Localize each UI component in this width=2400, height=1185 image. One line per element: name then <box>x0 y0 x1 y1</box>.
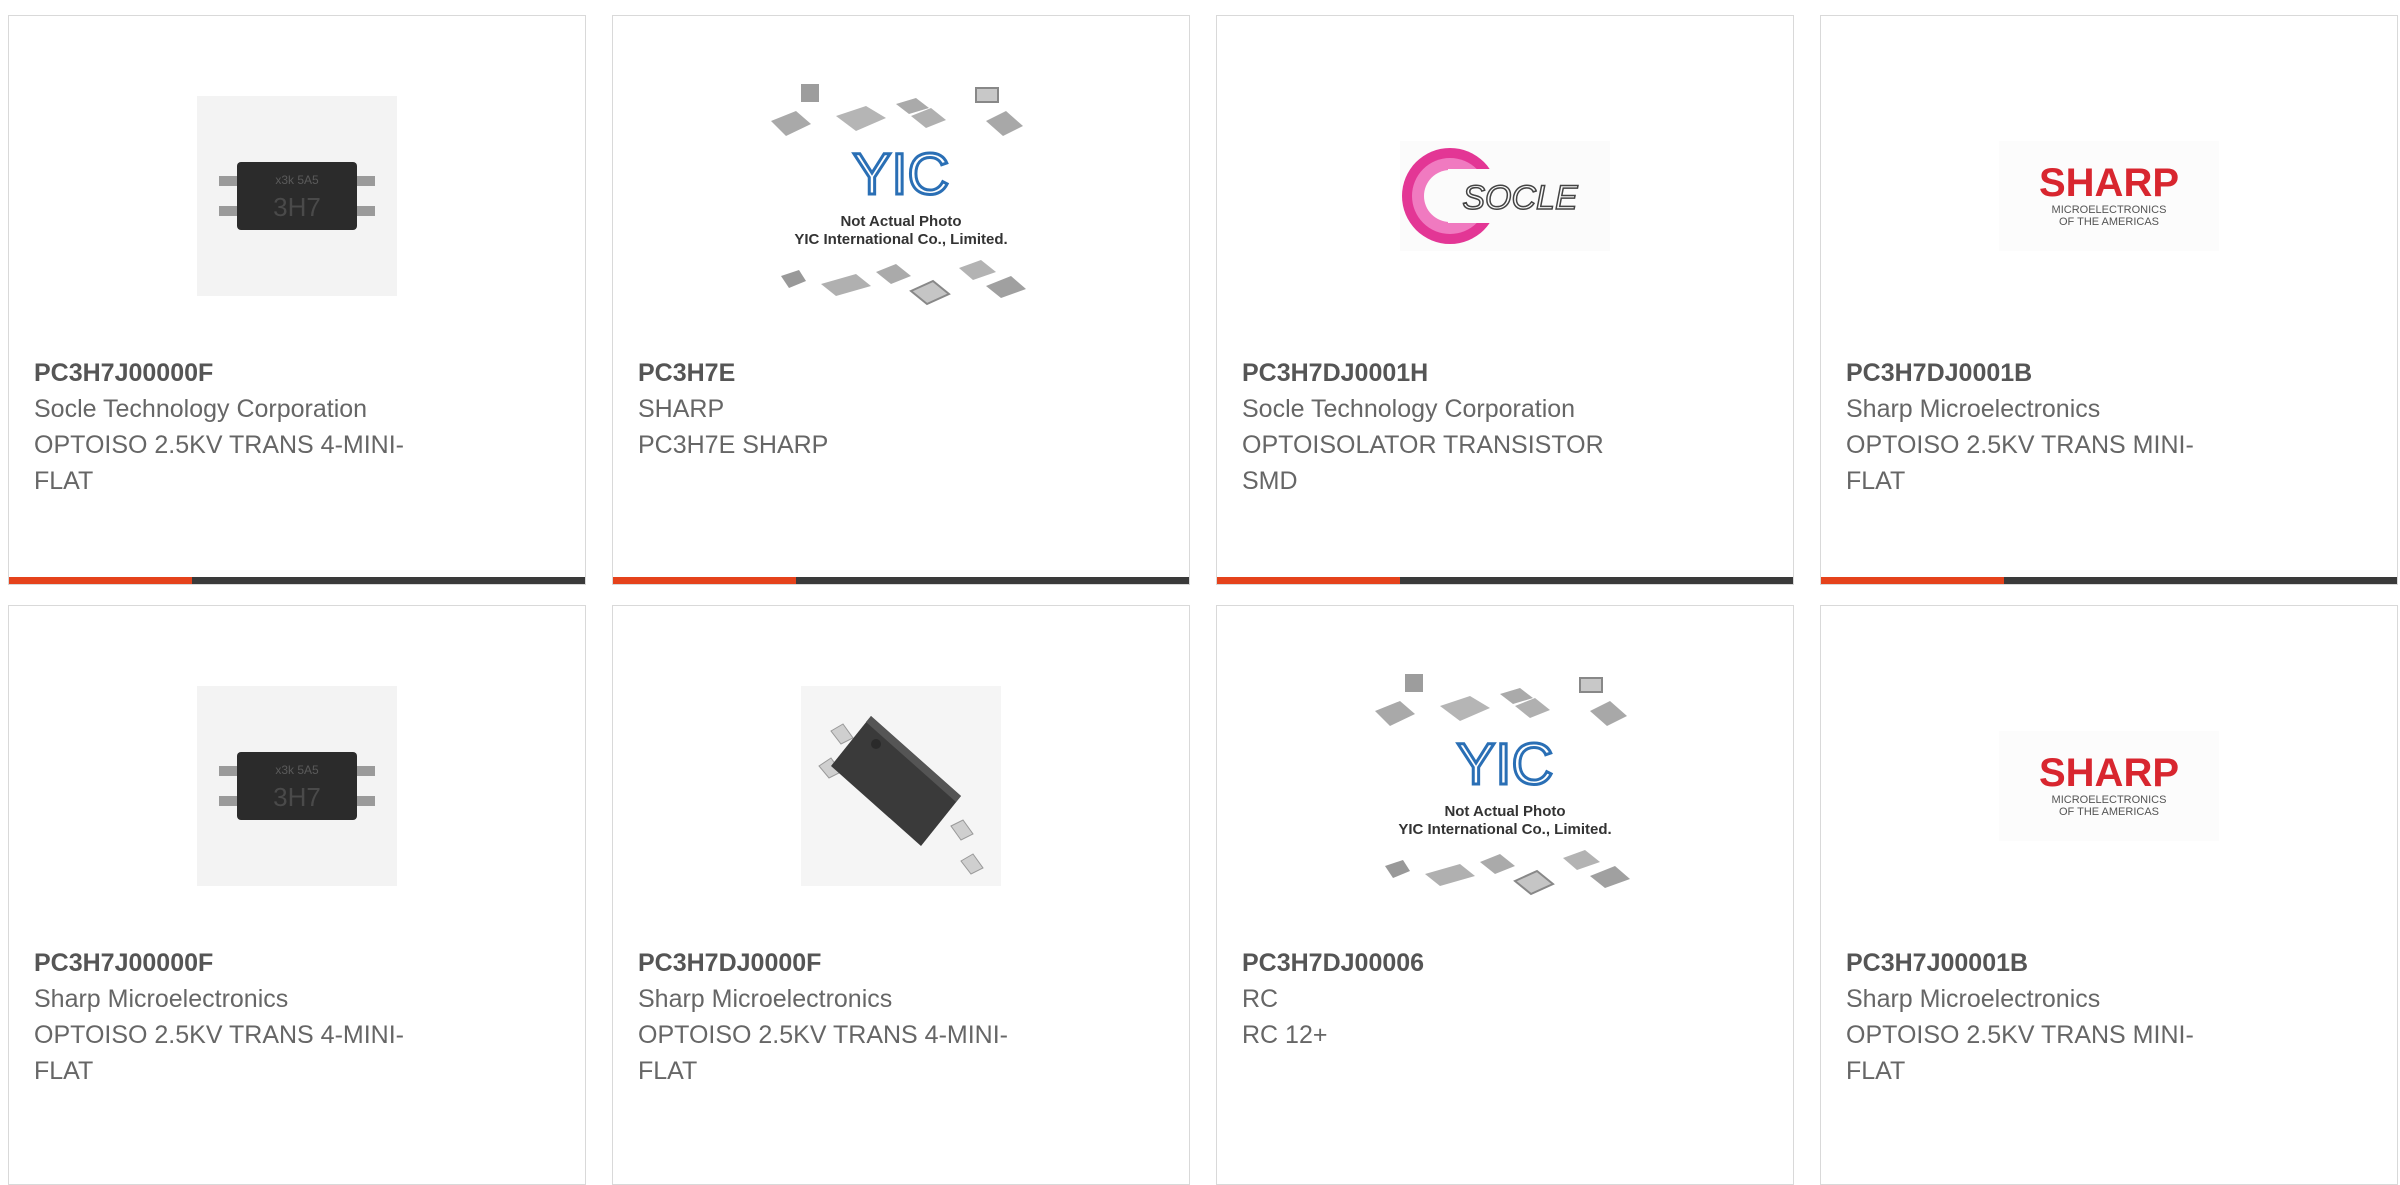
product-info: PC3H7DJ00006 RC RC 12+ <box>1242 945 1682 1053</box>
part-number[interactable]: PC3H7J00001B <box>1846 945 2286 981</box>
yic-logo-letters: YIC <box>1457 732 1554 797</box>
product-info: PC3H7DJ0001H Socle Technology Corporatio… <box>1242 355 1682 499</box>
chip-angled-photo[interactable] <box>613 666 1189 906</box>
description-line: FLAT <box>1846 1057 1906 1085</box>
product-info: PC3H7J00001B Sharp Microelectronics OPTO… <box>1846 945 2286 1089</box>
description-line: FLAT <box>34 467 94 495</box>
product-info: PC3H7DJ0000F Sharp Microelectronics OPTO… <box>638 945 1078 1089</box>
yic-placeholder-image[interactable]: YIC Not Actual Photo YIC International C… <box>613 76 1189 316</box>
product-info: PC3H7J00000F Socle Technology Corporatio… <box>34 355 474 499</box>
product-info: PC3H7E SHARP PC3H7E SHARP <box>638 355 1078 463</box>
manufacturer: RC <box>1242 985 1279 1013</box>
manufacturer: Socle Technology Corporation <box>1242 395 1576 423</box>
svg-text:x3k 5A5: x3k 5A5 <box>275 173 319 187</box>
description-line: OPTOISO 2.5KV TRANS MINI- <box>1846 1021 2194 1049</box>
sharp-logo[interactable]: SHARP MICROELECTRONICS OF THE AMERICAS <box>1821 76 2397 316</box>
card-progress-bar <box>9 577 585 584</box>
svg-text:3H7: 3H7 <box>273 192 321 222</box>
sharp-logo-line1: MICROELECTRONICS <box>2052 204 2167 216</box>
sharp-logo-name: SHARP <box>2039 161 2179 205</box>
manufacturer: Sharp Microelectronics <box>638 985 893 1013</box>
product-card[interactable]: SOCLE PC3H7DJ0001H Socle Technology Corp… <box>1216 15 1794 585</box>
sharp-logo-line2: OF THE AMERICAS <box>2059 806 2159 818</box>
part-number[interactable]: PC3H7DJ00006 <box>1242 945 1682 981</box>
sharp-logo-line1: MICROELECTRONICS <box>2052 794 2167 806</box>
manufacturer: Sharp Microelectronics <box>34 985 289 1013</box>
product-grid: x3k 5A5 3H7 PC3H7J00000F Socle Technolog… <box>0 0 2400 1185</box>
description-line: FLAT <box>638 1057 698 1085</box>
product-card[interactable]: x3k 5A5 3H7 PC3H7J00000F Sharp Microelec… <box>8 605 586 1185</box>
description-line: OPTOISOLATOR TRANSISTOR <box>1242 431 1604 459</box>
description-line: OPTOISO 2.5KV TRANS 4-MINI- <box>34 431 404 459</box>
sharp-logo-line2: OF THE AMERICAS <box>2059 216 2159 228</box>
part-number[interactable]: PC3H7DJ0001B <box>1846 355 2286 391</box>
part-number[interactable]: PC3H7J00000F <box>34 355 474 391</box>
product-card[interactable]: SHARP MICROELECTRONICS OF THE AMERICAS P… <box>1820 15 2398 585</box>
chip-smd-photo[interactable]: x3k 5A5 3H7 <box>9 666 585 906</box>
card-progress-bar <box>1821 577 2397 584</box>
accent-segment <box>613 577 796 584</box>
yic-logo-letters: YIC <box>853 142 950 207</box>
description-line: RC 12+ <box>1242 1021 1328 1049</box>
product-card[interactable]: YIC Not Actual Photo YIC International C… <box>1216 605 1794 1185</box>
description-line: OPTOISO 2.5KV TRANS 4-MINI- <box>34 1021 404 1049</box>
manufacturer: Socle Technology Corporation <box>34 395 368 423</box>
chip-smd-photo[interactable]: x3k 5A5 3H7 <box>9 76 585 316</box>
accent-segment <box>9 577 192 584</box>
manufacturer: Sharp Microelectronics <box>1846 985 2101 1013</box>
yic-caption-line1: Not Actual Photo <box>1444 803 1565 820</box>
yic-caption-line2: YIC International Co., Limited. <box>1398 821 1611 838</box>
description-line: FLAT <box>34 1057 94 1085</box>
description-line: SMD <box>1242 467 1298 495</box>
yic-caption-line2: YIC International Co., Limited. <box>794 231 1007 248</box>
product-info: PC3H7J00000F Sharp Microelectronics OPTO… <box>34 945 474 1089</box>
sharp-logo[interactable]: SHARP MICROELECTRONICS OF THE AMERICAS <box>1821 666 2397 906</box>
socle-logo-text: SOCLE <box>1462 179 1578 217</box>
accent-segment <box>1217 577 1400 584</box>
manufacturer: Sharp Microelectronics <box>1846 395 2101 423</box>
yic-caption-line1: Not Actual Photo <box>840 213 961 230</box>
svg-text:3H7: 3H7 <box>273 782 321 812</box>
part-number[interactable]: PC3H7DJ0001H <box>1242 355 1682 391</box>
sharp-logo-name: SHARP <box>2039 751 2179 795</box>
product-info: PC3H7DJ0001B Sharp Microelectronics OPTO… <box>1846 355 2286 499</box>
description-line: OPTOISO 2.5KV TRANS MINI- <box>1846 431 2194 459</box>
part-number[interactable]: PC3H7DJ0000F <box>638 945 1078 981</box>
product-card[interactable]: x3k 5A5 3H7 PC3H7J00000F Socle Technolog… <box>8 15 586 585</box>
description-line: PC3H7E SHARP <box>638 431 829 459</box>
product-card[interactable]: PC3H7DJ0000F Sharp Microelectronics OPTO… <box>612 605 1190 1185</box>
yic-placeholder-image[interactable]: YIC Not Actual Photo YIC International C… <box>1217 666 1793 906</box>
product-card[interactable]: SHARP MICROELECTRONICS OF THE AMERICAS P… <box>1820 605 2398 1185</box>
socle-logo[interactable]: SOCLE <box>1217 76 1793 316</box>
description-line: OPTOISO 2.5KV TRANS 4-MINI- <box>638 1021 1008 1049</box>
product-card[interactable]: YIC Not Actual Photo YIC International C… <box>612 15 1190 585</box>
card-progress-bar <box>1217 577 1793 584</box>
description-line: FLAT <box>1846 467 1906 495</box>
part-number[interactable]: PC3H7E <box>638 355 1078 391</box>
card-progress-bar <box>613 577 1189 584</box>
svg-text:x3k 5A5: x3k 5A5 <box>275 763 319 777</box>
accent-segment <box>1821 577 2004 584</box>
part-number[interactable]: PC3H7J00000F <box>34 945 474 981</box>
manufacturer: SHARP <box>638 395 725 423</box>
